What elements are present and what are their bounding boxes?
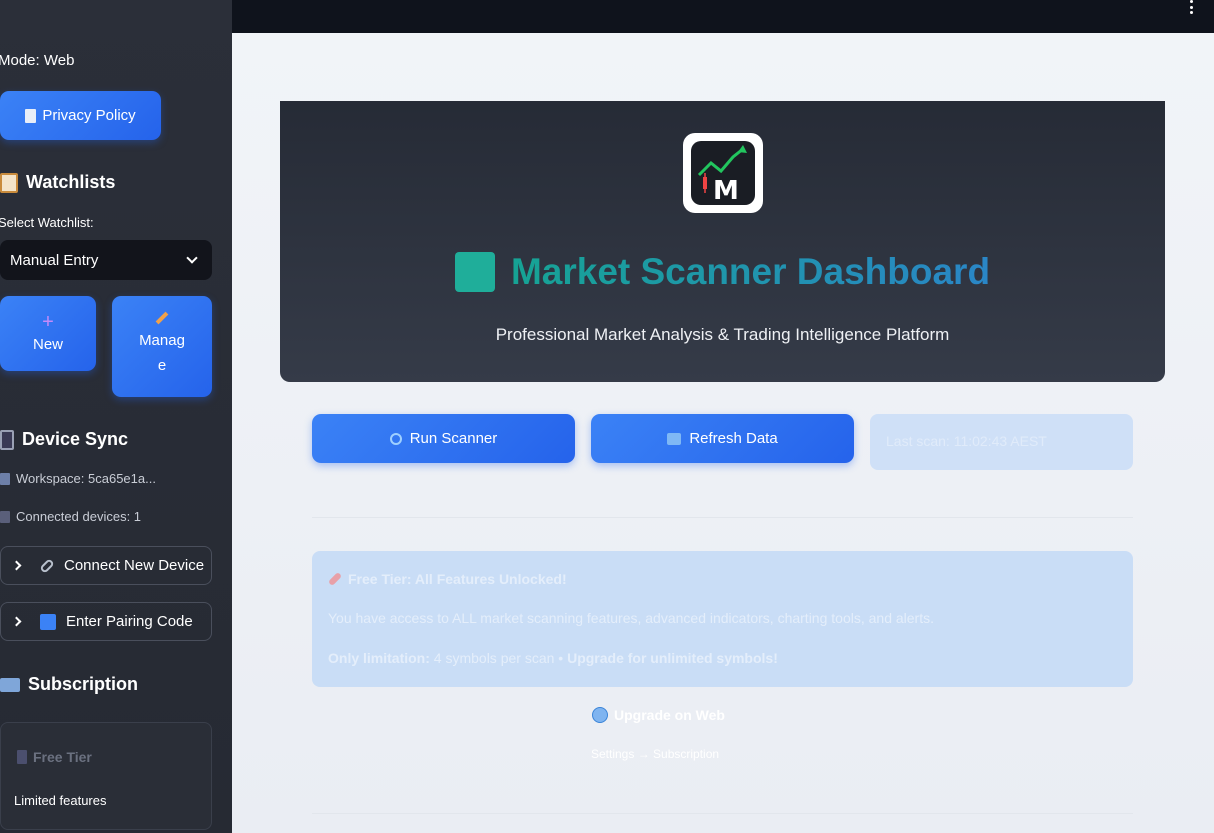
watchlists-title: Watchlists [26,172,116,192]
floppy-disk-icon [0,472,10,485]
upgrade-on-web-link[interactable]: Upgrade on Web [592,707,725,723]
refresh-data-button[interactable]: Refresh Data [591,414,854,463]
info-limitation: Only limitation: 4 symbols per scan • Up… [328,650,778,666]
document-icon [25,108,37,123]
link-icon [39,557,55,574]
rocket-icon [327,571,343,587]
credit-card-icon [0,677,20,692]
main-content: M Market Scanner Dashboard Professional … [232,33,1214,833]
enter-pairing-code-label: Enter Pairing Code [66,613,193,630]
run-scanner-label: Run Scanner [409,430,498,447]
info-body: You have access to ALL market scanning f… [328,610,934,626]
upgrade-callout: Upgrade for unlimited symbols! [567,650,778,666]
subscription-heading: Subscription [0,674,138,695]
enter-pairing-code-expander[interactable]: Enter Pairing Code [0,602,212,641]
phone-icon [0,510,10,523]
numbers-icon [40,613,56,630]
subscription-title: Subscription [28,674,139,694]
manage-watchlist-label: Manage [139,331,185,374]
limitation-label: Only limitation: [328,650,430,666]
info-heading-text: Free Tier: All Features Unlocked! [348,571,567,587]
page-title: Market Scanner Dashboard [510,251,991,292]
manage-watchlist-button[interactable]: Manage [112,296,212,397]
app-logo: M [683,133,763,213]
last-scan-status: Last scan: 11:02:43 AEST [870,414,1133,470]
upgrade-on-web-label: Upgrade on Web [614,707,725,723]
mode-label: Mode: Web [0,52,75,69]
watchlist-selected-value: Manual Entry [10,251,99,269]
device-sync-title: Device Sync [22,429,129,449]
pencil-icon [155,311,169,324]
watchlist-select[interactable]: Manual Entry [0,240,212,280]
connected-devices-info: Connected devices: 1 [0,509,141,524]
logo-chart-icon: M [691,141,755,205]
logo-letter: M [713,176,739,205]
privacy-policy-button[interactable]: Privacy Policy [0,91,161,140]
free-tier-text: Free Tier [33,749,92,765]
divider [312,517,1133,518]
phone-icon [0,429,14,450]
limited-features-text: Limited features [14,793,107,808]
phone-icon [17,750,27,764]
dashboard-title-row: Market Scanner Dashboard [280,251,1165,293]
page-subtitle: Professional Market Analysis & Trading I… [495,325,950,344]
teal-square-icon [454,252,495,292]
subscription-card: Free Tier Limited features [0,722,212,830]
divider [312,813,1133,814]
top-bar [232,0,1214,33]
globe-icon [592,707,608,723]
new-watchlist-label: New [32,336,63,353]
settings-path-text: Settings → Subscription [591,747,720,761]
refresh-icon [667,432,682,445]
new-watchlist-button[interactable]: + New [0,296,96,371]
chevron-down-icon [186,252,198,264]
workspace-info: Workspace: 5ca65e1a... [0,471,156,486]
device-sync-heading: Device Sync [0,429,128,450]
chevron-right-icon [11,616,22,627]
more-options-icon[interactable] [1190,0,1194,14]
free-tier-label: Free Tier [17,749,92,765]
watchlists-heading: Watchlists [0,172,115,193]
select-watchlist-label: Select Watchlist: [0,215,94,230]
connect-new-device-expander[interactable]: Connect New Device [0,546,212,585]
connect-new-device-label: Connect New Device [64,557,205,574]
chevron-right-icon [11,560,22,571]
info-heading: Free Tier: All Features Unlocked! [327,571,567,587]
refresh-data-label: Refresh Data [689,430,778,447]
workspace-text: Workspace: 5ca65e1a... [16,471,156,486]
hero-banner: M Market Scanner Dashboard Professional … [280,101,1165,382]
magnifier-icon [389,432,402,445]
connected-devices-text: Connected devices: 1 [16,509,142,524]
sidebar: Mode: Web Privacy Policy Watchlists Sele… [0,0,232,833]
limitation-text: 4 symbols per scan • [429,650,568,666]
plus-icon: + [42,311,54,333]
clipboard-icon [0,172,18,193]
run-scanner-button[interactable]: Run Scanner [312,414,575,463]
privacy-policy-label: Privacy Policy [42,107,136,124]
free-tier-info-box: Free Tier: All Features Unlocked! You ha… [312,551,1133,687]
